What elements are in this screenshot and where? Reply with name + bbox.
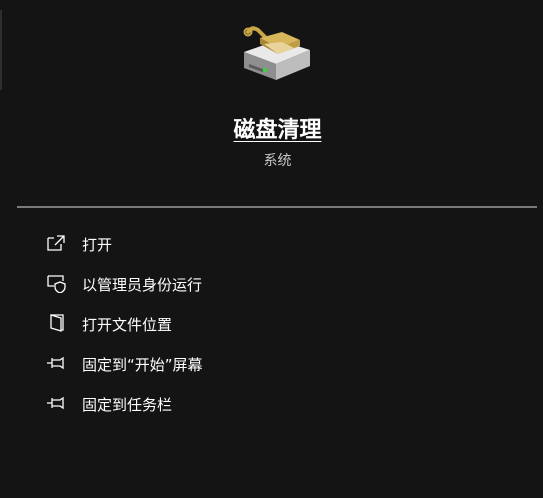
menu-item-open[interactable]: 打开 bbox=[0, 224, 543, 264]
divider bbox=[17, 206, 537, 208]
app-title[interactable]: 磁盘清理 bbox=[0, 112, 543, 144]
open-external-icon bbox=[46, 233, 66, 253]
menu-item-label: 固定到“开始”屏幕 bbox=[82, 355, 203, 374]
file-location-icon bbox=[46, 313, 66, 333]
menu-item-open-file-location[interactable]: 打开文件位置 bbox=[0, 304, 543, 344]
context-menu: 打开 以管理员身份运行 打开文件位置 固定到“开始”屏幕 固定到任务栏 bbox=[0, 224, 543, 424]
menu-item-pin-to-start[interactable]: 固定到“开始”屏幕 bbox=[0, 344, 543, 384]
menu-item-label: 打开 bbox=[82, 235, 113, 254]
pin-icon bbox=[46, 393, 66, 413]
menu-item-pin-to-taskbar[interactable]: 固定到任务栏 bbox=[0, 384, 543, 424]
menu-item-label: 打开文件位置 bbox=[82, 315, 173, 334]
disk-cleanup-icon bbox=[238, 24, 314, 84]
start-context-panel: 磁盘清理 系统 打开 以管理员身份运行 打开文件位置 固定到“开始”屏幕 固定到… bbox=[0, 0, 543, 498]
app-category: 系统 bbox=[263, 153, 292, 169]
scrollbar-thumb[interactable] bbox=[0, 10, 2, 90]
menu-item-label: 固定到任务栏 bbox=[82, 395, 173, 414]
pin-icon bbox=[46, 353, 66, 373]
menu-item-label: 以管理员身份运行 bbox=[82, 275, 203, 294]
menu-item-run-as-admin[interactable]: 以管理员身份运行 bbox=[0, 264, 543, 304]
shield-admin-icon bbox=[46, 273, 66, 293]
